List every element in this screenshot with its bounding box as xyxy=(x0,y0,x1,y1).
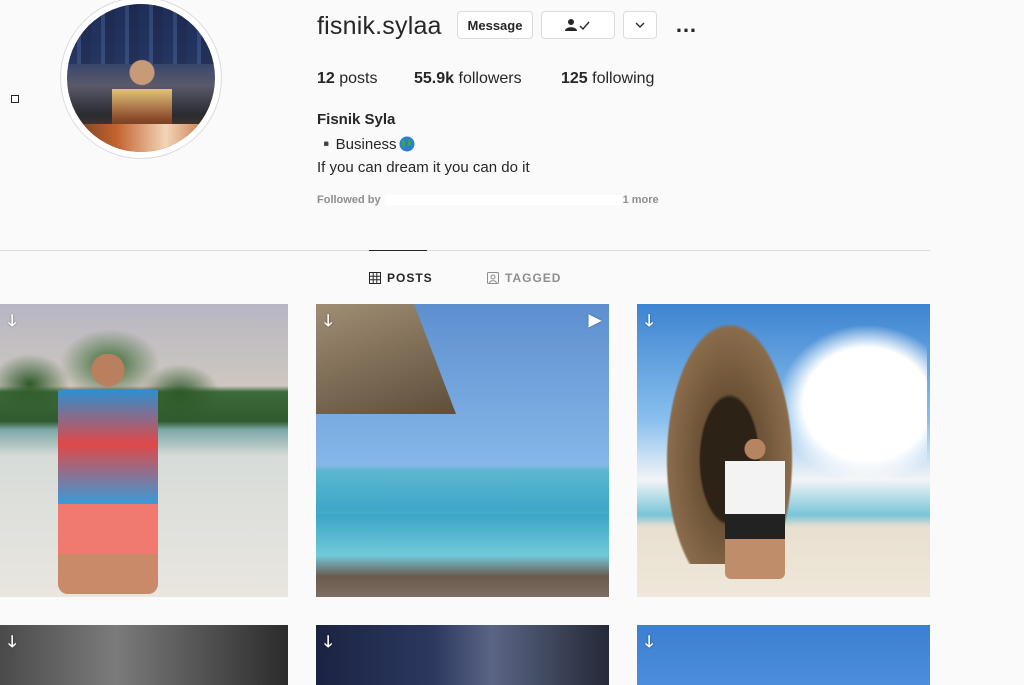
post-thumbnail[interactable]: 🡓 ▶ xyxy=(316,304,609,597)
profile-full-name: Fisnik Syla xyxy=(317,111,396,128)
suggested-dropdown-button[interactable] xyxy=(623,11,657,39)
download-arrow-icon[interactable]: 🡓 xyxy=(324,631,332,658)
following-button[interactable] xyxy=(541,11,615,39)
bio-line: If you can dream it you can do it xyxy=(317,159,530,176)
post-thumbnail[interactable]: 🡓 xyxy=(637,625,930,685)
post-thumbnail[interactable]: 🡓 xyxy=(0,625,288,685)
globe-icon xyxy=(399,136,415,152)
posts-count: 12 posts xyxy=(317,70,378,87)
following-link[interactable]: 125 following xyxy=(561,70,654,88)
options-icon[interactable]: … xyxy=(675,12,698,38)
active-tab-indicator xyxy=(369,250,427,251)
tab-tagged[interactable]: TAGGED xyxy=(487,271,561,285)
chevron-down-icon xyxy=(635,22,645,28)
tab-posts[interactable]: POSTS xyxy=(369,271,433,285)
download-arrow-icon[interactable]: 🡓 xyxy=(645,631,653,658)
play-icon: ▶ xyxy=(588,312,601,329)
post-thumbnail[interactable]: 🡓 xyxy=(316,625,609,685)
tag-icon xyxy=(487,272,499,284)
bio-line: ▪️Business xyxy=(317,135,415,153)
download-arrow-icon[interactable]: 🡓 xyxy=(324,310,332,337)
redacted-names xyxy=(384,195,621,206)
section-divider xyxy=(0,250,930,251)
followers-link[interactable]: 55.9k followers xyxy=(414,70,522,88)
download-arrow-icon[interactable]: 🡓 xyxy=(645,310,653,337)
person-check-icon xyxy=(565,19,590,31)
post-thumbnail[interactable]: 🡓 xyxy=(0,304,288,597)
followed-by-link[interactable]: Followed by 1 more xyxy=(317,194,659,206)
selection-handle xyxy=(11,95,19,103)
post-thumbnail[interactable]: 🡓 xyxy=(637,304,930,597)
grid-icon xyxy=(369,272,381,284)
download-arrow-icon[interactable]: 🡓 xyxy=(8,631,16,658)
download-arrow-icon[interactable]: 🡓 xyxy=(8,310,16,337)
profile-avatar[interactable] xyxy=(67,4,215,152)
profile-username: fisnik.sylaa xyxy=(317,12,442,40)
message-button[interactable]: Message xyxy=(457,11,533,39)
